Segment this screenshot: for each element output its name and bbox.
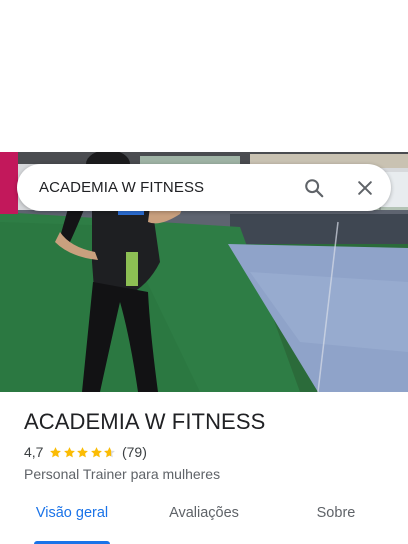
place-info-panel: ACADEMIA W FITNESS 4,7 (79) Personal Tra…: [0, 392, 408, 544]
star-icon: [50, 446, 62, 457]
star-icon: [64, 446, 75, 457]
star-icon: [77, 446, 89, 457]
search-icon[interactable]: [302, 176, 326, 200]
star-half-icon: [104, 446, 116, 457]
tab-reviews[interactable]: Avaliações: [158, 502, 250, 544]
search-box[interactable]: ACADEMIA W FITNESS: [17, 164, 391, 211]
tab-overview[interactable]: Visão geral: [24, 502, 120, 544]
review-count[interactable]: (79): [122, 444, 147, 460]
place-tabs: Visão geral Avaliações Sobre: [0, 502, 408, 544]
search-input[interactable]: ACADEMIA W FITNESS: [39, 179, 302, 196]
star-rating: [49, 446, 117, 459]
tab-reviews-label: Avaliações: [169, 505, 239, 521]
star-icon: [91, 446, 102, 457]
maps-place-page: ACADEMIA W FITNESS ACADEMIA W FITNESS 4,…: [0, 0, 408, 544]
tab-about[interactable]: Sobre: [306, 502, 366, 544]
close-icon[interactable]: [353, 176, 377, 200]
tab-about-label: Sobre: [316, 505, 356, 521]
rating-value: 4,7: [24, 444, 44, 460]
rating-row[interactable]: 4,7 (79): [24, 444, 147, 460]
place-category[interactable]: Personal Trainer para mulheres: [24, 466, 220, 482]
tab-overview-label: Visão geral: [35, 505, 109, 521]
place-title: ACADEMIA W FITNESS: [24, 409, 266, 434]
